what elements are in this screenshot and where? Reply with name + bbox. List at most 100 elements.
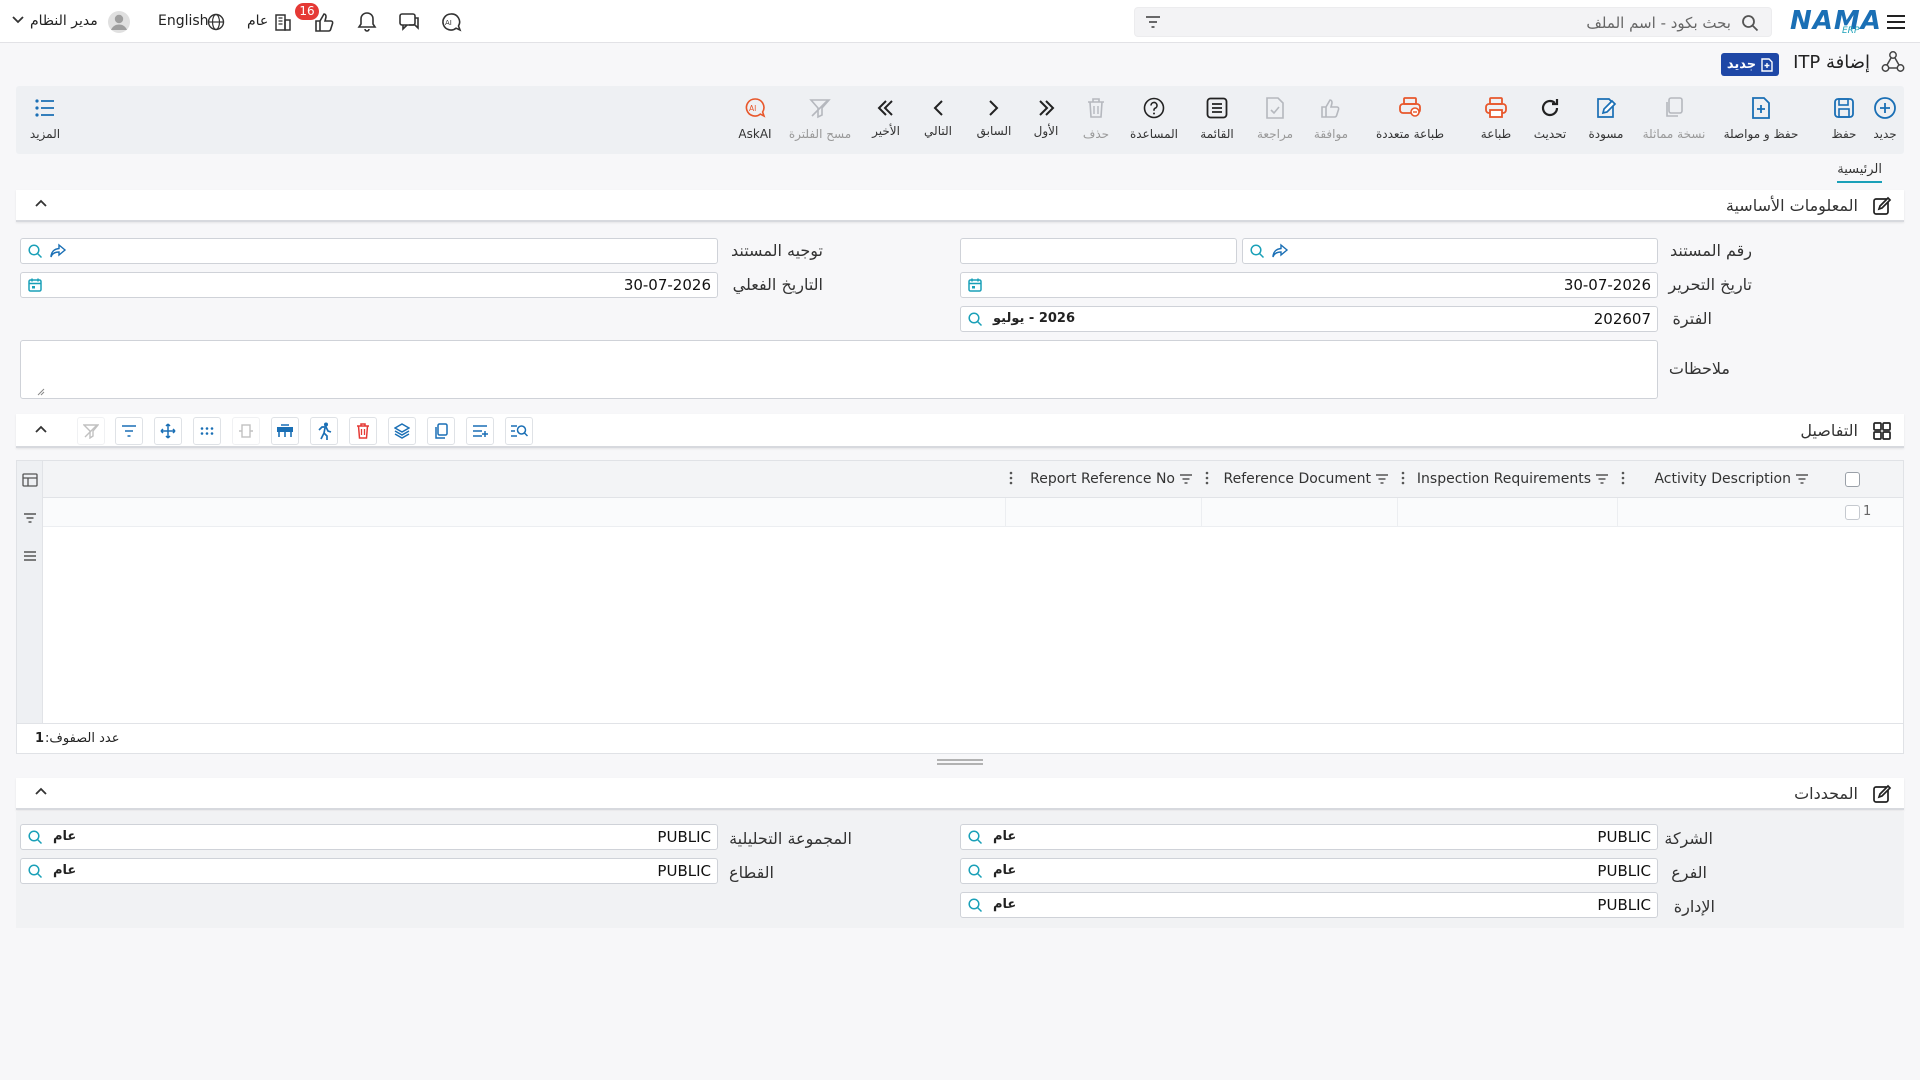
language-switch[interactable]: English bbox=[158, 13, 209, 29]
doc-direction-field[interactable] bbox=[20, 238, 718, 264]
columns-panel-icon[interactable] bbox=[22, 473, 38, 487]
share-icon[interactable] bbox=[1271, 243, 1289, 259]
menu-lines-icon[interactable] bbox=[22, 549, 38, 563]
calendar-icon[interactable] bbox=[27, 277, 43, 293]
analytic-group-field[interactable]: PUBLIC عام bbox=[20, 824, 718, 850]
table-cell[interactable] bbox=[1617, 498, 1817, 526]
share-icon[interactable] bbox=[49, 243, 67, 259]
sector-field[interactable]: PUBLIC عام bbox=[20, 858, 718, 884]
department-field[interactable]: PUBLIC عام bbox=[960, 892, 1658, 918]
chat-icon[interactable] bbox=[395, 8, 423, 36]
filter-icon[interactable] bbox=[1145, 15, 1161, 29]
delete-button[interactable]: حذف bbox=[1076, 86, 1116, 154]
insert-rows-icon[interactable] bbox=[466, 417, 494, 445]
branch-field[interactable]: PUBLIC عام bbox=[960, 858, 1658, 884]
column-menu-icon[interactable] bbox=[1401, 471, 1405, 485]
refresh-button[interactable]: تحديث bbox=[1526, 86, 1574, 154]
search-lookup-icon[interactable] bbox=[967, 897, 985, 913]
bell-icon[interactable] bbox=[353, 8, 381, 36]
next-button[interactable]: التالي bbox=[916, 86, 960, 154]
chevron-up-icon[interactable] bbox=[34, 198, 48, 208]
search-icon[interactable] bbox=[1741, 14, 1759, 32]
column-menu-icon[interactable] bbox=[1621, 471, 1625, 485]
notes-textarea[interactable] bbox=[20, 340, 1658, 399]
last-button[interactable]: الأخير bbox=[864, 86, 908, 154]
column-activity-description[interactable]: Activity Description bbox=[1617, 461, 1817, 498]
clear-filter-button[interactable]: مسح الفلترة bbox=[788, 86, 852, 154]
resize-handle-icon[interactable] bbox=[37, 388, 45, 396]
row-checkbox[interactable] bbox=[1845, 505, 1860, 520]
actual-date-field[interactable]: 30-07-2026 bbox=[20, 272, 718, 298]
search-lookup-icon[interactable] bbox=[967, 311, 985, 327]
review-button[interactable]: مراجعة bbox=[1250, 86, 1300, 154]
chevron-up-icon[interactable] bbox=[34, 786, 48, 796]
table-cell[interactable] bbox=[1005, 498, 1201, 526]
column-filter-icon[interactable] bbox=[1375, 473, 1389, 485]
dots-grid-icon[interactable] bbox=[193, 417, 221, 445]
company-field[interactable]: PUBLIC عام bbox=[960, 824, 1658, 850]
column-filter-icon[interactable] bbox=[1595, 473, 1609, 485]
chevron-down-icon[interactable] bbox=[12, 16, 24, 24]
ai-assistant-icon[interactable]: AI bbox=[437, 8, 465, 36]
column-reference-document[interactable]: Reference Document bbox=[1201, 461, 1397, 498]
previous-button[interactable]: السابق bbox=[972, 86, 1016, 154]
company-building-icon[interactable] bbox=[269, 8, 297, 36]
multi-print-button[interactable]: طباعة متعددة bbox=[1368, 86, 1452, 154]
tab-main[interactable]: الرئيسية bbox=[1837, 162, 1882, 183]
duplicate-button[interactable]: نسخة مماثلة bbox=[1632, 86, 1716, 154]
hamburger-menu-icon[interactable] bbox=[1882, 8, 1910, 36]
splitter-handle-icon[interactable] bbox=[935, 758, 985, 766]
doc-number-field[interactable] bbox=[1242, 238, 1658, 264]
layers-icon[interactable] bbox=[388, 417, 416, 445]
search-lookup-icon[interactable] bbox=[27, 243, 45, 259]
help-button[interactable]: المساعدة bbox=[1126, 86, 1182, 154]
details-header[interactable]: التفاصيل bbox=[16, 414, 1904, 448]
more-button[interactable]: المزيد bbox=[26, 86, 64, 154]
user-avatar-icon[interactable] bbox=[105, 8, 133, 36]
table-cell[interactable] bbox=[1201, 498, 1397, 526]
nama-logo[interactable]: NAMA ERP bbox=[1790, 4, 1881, 38]
askai-button[interactable]: AI AskAI bbox=[730, 86, 780, 154]
run-person-icon[interactable] bbox=[310, 417, 338, 445]
search-lookup-icon[interactable] bbox=[1249, 243, 1267, 259]
approve-button[interactable]: موافقة bbox=[1306, 86, 1356, 154]
column-filter-icon[interactable] bbox=[1795, 473, 1809, 485]
search-lookup-icon[interactable] bbox=[27, 829, 45, 845]
search-input[interactable]: بحث بكود - اسم الملف bbox=[1586, 14, 1731, 32]
calendar-icon[interactable] bbox=[967, 277, 983, 293]
select-all-checkbox[interactable] bbox=[1845, 472, 1860, 487]
print-button[interactable]: طباعة bbox=[1472, 86, 1520, 154]
column-filter-icon[interactable] bbox=[1179, 473, 1193, 485]
save-button[interactable]: حفظ bbox=[1824, 86, 1864, 154]
chevron-up-icon[interactable] bbox=[34, 424, 48, 434]
table-cell[interactable] bbox=[1397, 498, 1617, 526]
filter-lines-icon[interactable] bbox=[115, 417, 143, 445]
first-button[interactable]: الأول bbox=[1026, 86, 1066, 154]
move-arrows-icon[interactable] bbox=[154, 417, 182, 445]
copy-rows-icon[interactable] bbox=[427, 417, 455, 445]
edit-date-field[interactable]: 30-07-2026 bbox=[960, 272, 1658, 298]
list-button[interactable]: القائمة bbox=[1192, 86, 1242, 154]
clear-filter-icon[interactable] bbox=[77, 417, 105, 445]
column-menu-icon[interactable] bbox=[1009, 471, 1013, 485]
company-label[interactable]: عام bbox=[247, 13, 268, 29]
delete-row-icon[interactable] bbox=[349, 417, 377, 445]
search-lookup-icon[interactable] bbox=[967, 829, 985, 845]
search-rows-icon[interactable] bbox=[505, 417, 533, 445]
search-lookup-icon[interactable] bbox=[27, 863, 45, 879]
search-lookup-icon[interactable] bbox=[967, 863, 985, 879]
draft-button[interactable]: مسودة bbox=[1582, 86, 1630, 154]
period-field[interactable]: 202607 2026 - يوليو bbox=[960, 306, 1658, 332]
column-inspection-requirements[interactable]: Inspection Requirements bbox=[1397, 461, 1617, 498]
filters-panel-icon[interactable] bbox=[22, 511, 38, 525]
save-continue-button[interactable]: حفظ و مواصلة bbox=[1716, 86, 1806, 154]
basic-info-header[interactable]: المعلومات الأساسية bbox=[16, 190, 1904, 222]
column-width-icon[interactable] bbox=[232, 417, 260, 445]
column-report-reference-no[interactable]: Report Reference No bbox=[1005, 461, 1201, 498]
doc-number-secondary-field[interactable] bbox=[960, 238, 1237, 264]
column-menu-icon[interactable] bbox=[1205, 471, 1209, 485]
dimensions-header[interactable]: المحددات bbox=[16, 778, 1904, 810]
table-row[interactable]: 1 bbox=[43, 498, 1903, 527]
search-box[interactable]: بحث بكود - اسم الملف bbox=[1134, 7, 1772, 37]
user-name[interactable]: مدير النظام bbox=[30, 13, 98, 29]
